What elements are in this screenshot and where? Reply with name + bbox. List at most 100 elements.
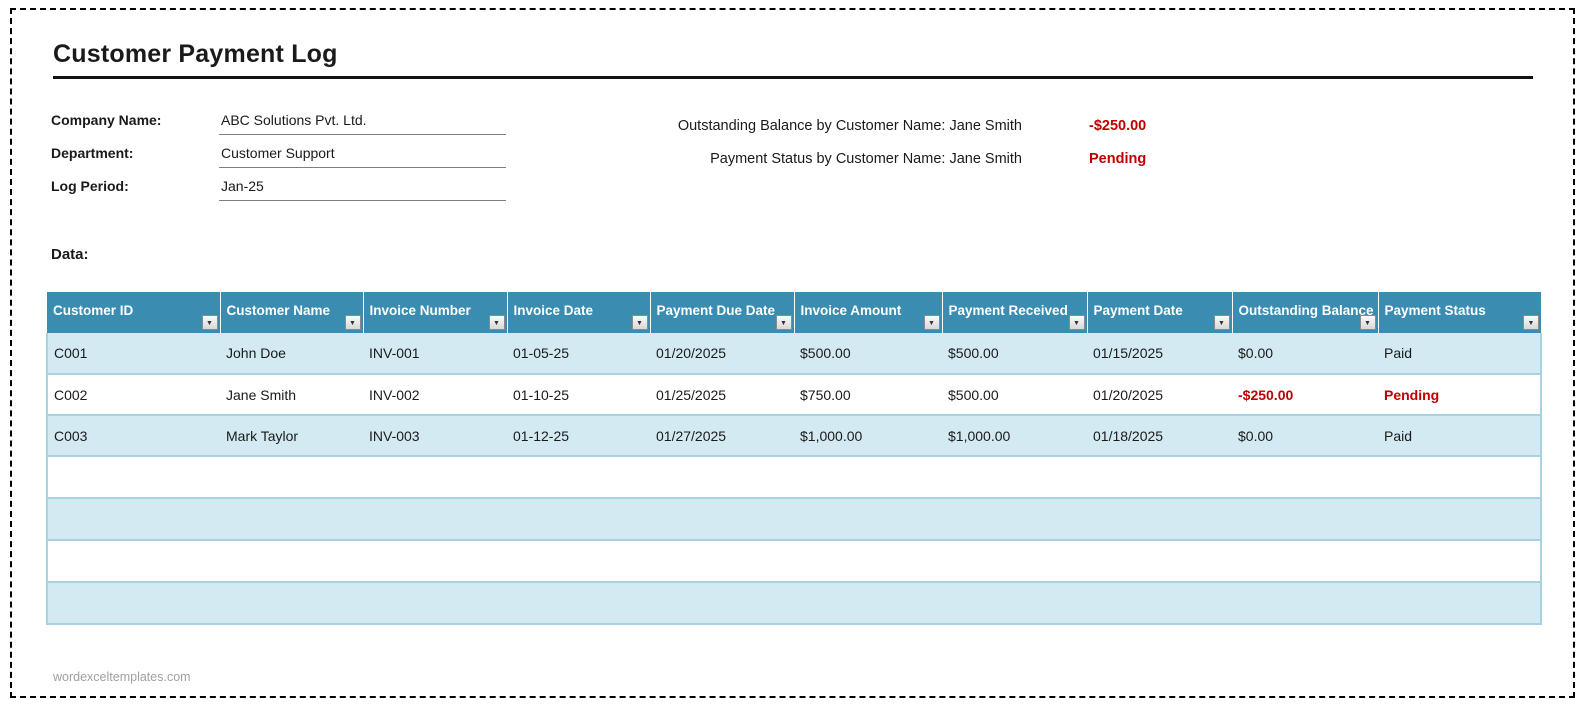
empty-cell[interactable] bbox=[1087, 540, 1232, 582]
empty-cell[interactable] bbox=[794, 456, 942, 498]
watermark-text: wordexceltemplates.com bbox=[53, 670, 191, 684]
empty-cell[interactable] bbox=[363, 540, 507, 582]
table-cell[interactable]: Pending bbox=[1378, 374, 1541, 415]
filter-dropdown-button[interactable]: ▼ bbox=[924, 315, 940, 330]
payment-status-row: Payment Status by Customer Name: Jane Sm… bbox=[640, 142, 1146, 175]
column-header-label: Payment Date bbox=[1094, 303, 1183, 318]
table-cell[interactable]: 01-10-25 bbox=[507, 374, 650, 415]
outstanding-balance-value: -$250.00 bbox=[1089, 118, 1146, 134]
empty-cell[interactable] bbox=[942, 540, 1087, 582]
empty-cell[interactable] bbox=[47, 582, 220, 624]
filter-dropdown-button[interactable]: ▼ bbox=[202, 315, 218, 330]
table-cell[interactable]: 01-05-25 bbox=[507, 333, 650, 374]
table-cell[interactable]: Paid bbox=[1378, 333, 1541, 374]
table-cell[interactable]: -$250.00 bbox=[1232, 374, 1378, 415]
table-cell[interactable]: $500.00 bbox=[942, 333, 1087, 374]
empty-cell[interactable] bbox=[942, 456, 1087, 498]
empty-cell[interactable] bbox=[650, 582, 794, 624]
table-cell[interactable]: $500.00 bbox=[794, 333, 942, 374]
empty-cell[interactable] bbox=[220, 582, 363, 624]
table-cell[interactable]: INV-001 bbox=[363, 333, 507, 374]
empty-cell[interactable] bbox=[1378, 540, 1541, 582]
empty-cell[interactable] bbox=[363, 582, 507, 624]
table-cell[interactable]: $1,000.00 bbox=[794, 415, 942, 456]
filter-dropdown-button[interactable]: ▼ bbox=[489, 315, 505, 330]
table-cell[interactable]: $0.00 bbox=[1232, 333, 1378, 374]
column-header-invoice-date: Invoice Date▼ bbox=[507, 292, 650, 333]
filter-dropdown-button[interactable]: ▼ bbox=[1214, 315, 1230, 330]
empty-cell[interactable] bbox=[942, 498, 1087, 540]
empty-cell[interactable] bbox=[794, 582, 942, 624]
table-cell[interactable]: 01/20/2025 bbox=[1087, 374, 1232, 415]
column-header-payment-status: Payment Status▼ bbox=[1378, 292, 1541, 333]
table-cell[interactable]: Paid bbox=[1378, 415, 1541, 456]
empty-cell[interactable] bbox=[507, 582, 650, 624]
empty-cell[interactable] bbox=[220, 498, 363, 540]
table-cell[interactable]: C002 bbox=[47, 374, 220, 415]
table-cell[interactable]: Mark Taylor bbox=[220, 415, 363, 456]
empty-cell[interactable] bbox=[1087, 582, 1232, 624]
empty-cell[interactable] bbox=[794, 540, 942, 582]
column-header-label: Customer Name bbox=[227, 303, 331, 318]
table-row: C002Jane SmithINV-00201-10-2501/25/2025$… bbox=[47, 374, 1541, 415]
column-header-outstanding-balance: Outstanding Balance▼ bbox=[1232, 292, 1378, 333]
filter-arrow-icon: ▼ bbox=[780, 320, 787, 327]
empty-cell[interactable] bbox=[1087, 456, 1232, 498]
empty-cell[interactable] bbox=[650, 456, 794, 498]
filter-arrow-icon: ▼ bbox=[206, 320, 213, 327]
table-cell[interactable]: 01/27/2025 bbox=[650, 415, 794, 456]
filter-dropdown-button[interactable]: ▼ bbox=[1069, 315, 1085, 330]
empty-cell[interactable] bbox=[507, 456, 650, 498]
empty-cell[interactable] bbox=[47, 498, 220, 540]
table-cell[interactable]: $500.00 bbox=[942, 374, 1087, 415]
table-cell[interactable]: C003 bbox=[47, 415, 220, 456]
table-cell[interactable]: $750.00 bbox=[794, 374, 942, 415]
table-cell[interactable]: 01-12-25 bbox=[507, 415, 650, 456]
empty-cell[interactable] bbox=[363, 498, 507, 540]
department-field[interactable]: Customer Support bbox=[219, 145, 506, 168]
empty-cell[interactable] bbox=[1378, 456, 1541, 498]
table-cell[interactable]: 01/18/2025 bbox=[1087, 415, 1232, 456]
filter-dropdown-button[interactable]: ▼ bbox=[776, 315, 792, 330]
table-cell[interactable]: $0.00 bbox=[1232, 415, 1378, 456]
table-cell[interactable]: C001 bbox=[47, 333, 220, 374]
company-name-field[interactable]: ABC Solutions Pvt. Ltd. bbox=[219, 112, 506, 135]
table-cell[interactable]: 01/20/2025 bbox=[650, 333, 794, 374]
table-cell[interactable]: $1,000.00 bbox=[942, 415, 1087, 456]
empty-cell[interactable] bbox=[1232, 582, 1378, 624]
empty-cell[interactable] bbox=[363, 456, 507, 498]
empty-cell[interactable] bbox=[1087, 498, 1232, 540]
filter-arrow-icon: ▼ bbox=[1364, 320, 1371, 327]
table-cell[interactable]: 01/25/2025 bbox=[650, 374, 794, 415]
filter-arrow-icon: ▼ bbox=[493, 320, 500, 327]
filter-dropdown-button[interactable]: ▼ bbox=[1360, 315, 1376, 330]
empty-cell[interactable] bbox=[1232, 456, 1378, 498]
empty-cell[interactable] bbox=[1378, 498, 1541, 540]
title-rule bbox=[53, 76, 1533, 79]
log-period-field[interactable]: Jan-25 bbox=[219, 178, 506, 201]
empty-cell[interactable] bbox=[650, 498, 794, 540]
empty-cell[interactable] bbox=[507, 498, 650, 540]
filter-dropdown-button[interactable]: ▼ bbox=[345, 315, 361, 330]
table-cell[interactable]: John Doe bbox=[220, 333, 363, 374]
empty-cell[interactable] bbox=[507, 540, 650, 582]
empty-cell[interactable] bbox=[1232, 498, 1378, 540]
empty-cell[interactable] bbox=[794, 498, 942, 540]
table-cell[interactable]: Jane Smith bbox=[220, 374, 363, 415]
empty-cell[interactable] bbox=[1232, 540, 1378, 582]
filter-dropdown-button[interactable]: ▼ bbox=[632, 315, 648, 330]
empty-cell[interactable] bbox=[650, 540, 794, 582]
filter-dropdown-button[interactable]: ▼ bbox=[1523, 315, 1539, 330]
empty-cell[interactable] bbox=[47, 540, 220, 582]
table-cell[interactable]: INV-002 bbox=[363, 374, 507, 415]
table-cell[interactable]: INV-003 bbox=[363, 415, 507, 456]
log-period-row: Log Period: Jan-25 bbox=[51, 168, 506, 201]
empty-cell[interactable] bbox=[942, 582, 1087, 624]
empty-cell[interactable] bbox=[220, 540, 363, 582]
table-cell[interactable]: 01/15/2025 bbox=[1087, 333, 1232, 374]
filter-arrow-icon: ▼ bbox=[1073, 320, 1080, 327]
empty-cell[interactable] bbox=[220, 456, 363, 498]
column-header-payment-date: Payment Date ▼ bbox=[1087, 292, 1232, 333]
empty-cell[interactable] bbox=[1378, 582, 1541, 624]
empty-cell[interactable] bbox=[47, 456, 220, 498]
